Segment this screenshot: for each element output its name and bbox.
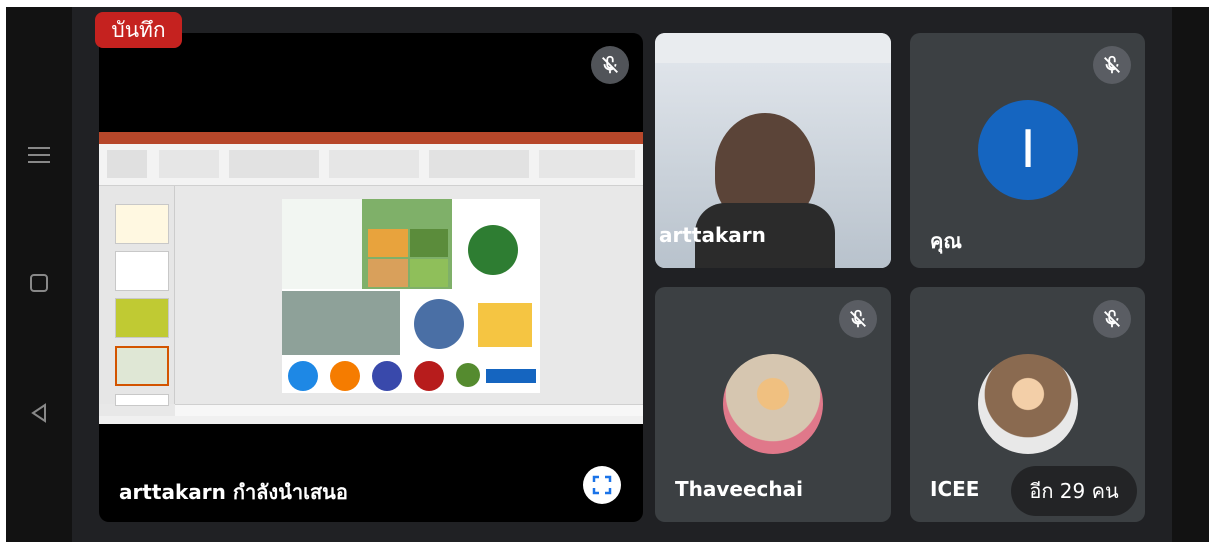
participant-name: คุณ — [930, 229, 962, 253]
ppt-status-bar — [99, 416, 643, 424]
participant-name: Thaveechai — [675, 477, 803, 501]
presenter-status: arttakarn กำลังนำเสนอ — [119, 480, 348, 504]
back-icon[interactable] — [26, 400, 52, 426]
menu-icon[interactable] — [26, 142, 52, 168]
more-participants-button[interactable]: อีก 29 คน — [1011, 466, 1137, 516]
avatar — [723, 354, 823, 454]
square-icon[interactable] — [26, 270, 52, 296]
participant-tile-thaveechai[interactable]: Thaveechai — [655, 287, 891, 522]
avatar: I — [978, 100, 1078, 200]
participant-tile-you[interactable]: I คุณ — [910, 33, 1145, 268]
participant-name: arttakarn — [659, 223, 766, 247]
system-nav-bar — [6, 7, 72, 542]
ppt-ribbon — [99, 144, 643, 186]
fullscreen-icon[interactable] — [583, 466, 621, 504]
ppt-slide-panel — [99, 186, 175, 406]
participant-tile-arttakarn[interactable]: arttakarn — [655, 33, 891, 268]
right-edge — [1172, 7, 1209, 542]
mic-off-icon — [1093, 300, 1131, 338]
ppt-notes — [175, 404, 643, 416]
slide-canvas — [282, 199, 540, 393]
banner — [655, 33, 891, 63]
recording-badge: บันทึก — [95, 12, 182, 48]
ppt-title-bar — [99, 132, 643, 144]
mic-off-icon — [591, 46, 629, 84]
mic-off-icon — [1093, 46, 1131, 84]
shared-screen — [99, 132, 643, 424]
avatar — [978, 354, 1078, 454]
participant-name: ICEE — [930, 477, 980, 501]
mic-off-icon — [839, 300, 877, 338]
